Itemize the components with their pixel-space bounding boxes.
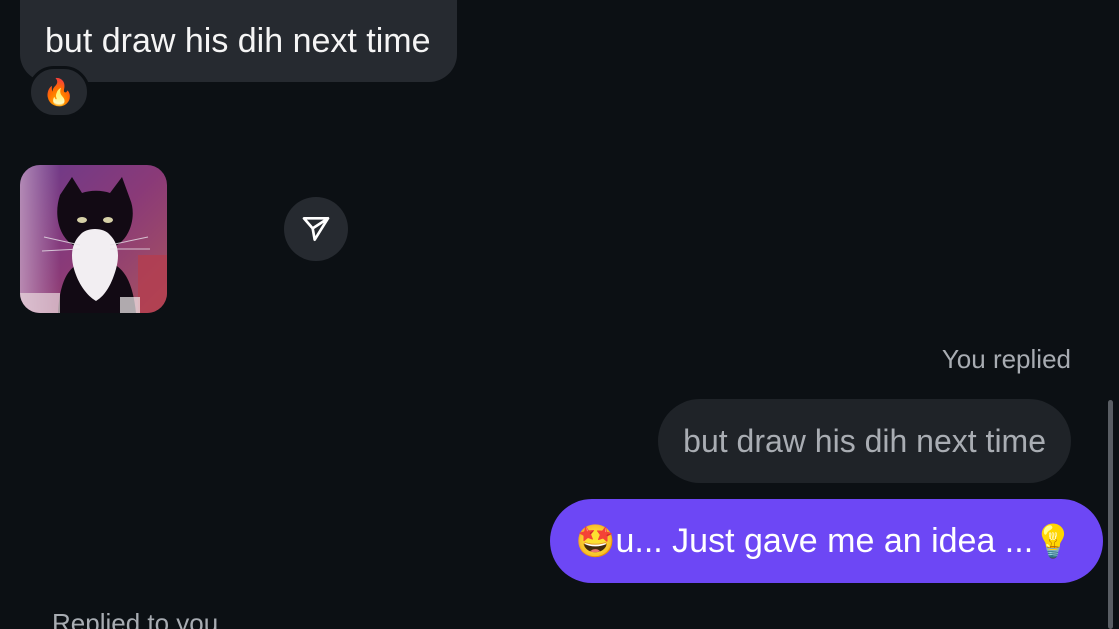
fire-emoji-icon: 🔥 — [42, 76, 76, 107]
send-icon — [302, 217, 330, 241]
outgoing-message-text: u... Just gave me an idea ... — [615, 522, 1034, 560]
quoted-message-bubble[interactable]: but draw his dih next time — [658, 399, 1071, 483]
incoming-message-text: but draw his dih next time — [45, 22, 431, 60]
you-replied-label: You replied — [941, 344, 1071, 374]
cat-photo-icon — [20, 165, 167, 313]
light-bulb-emoji-icon: 💡 — [1033, 523, 1073, 559]
star-struck-emoji-icon: 🤩 — [575, 523, 616, 559]
outgoing-message-bubble[interactable]: 🤩u... Just gave me an idea ...💡 — [549, 499, 1103, 583]
message-thread: but draw his dih next time 🔥 You replied… — [0, 0, 1119, 629]
scrollbar[interactable] — [1108, 400, 1113, 629]
quoted-message-text: but draw his dih next time — [683, 423, 1046, 459]
share-button[interactable] — [284, 197, 348, 261]
replied-to-you-label: Replied to you — [52, 608, 219, 629]
message-reaction[interactable]: 🔥 — [28, 66, 90, 118]
shared-cat-photo[interactable] — [20, 165, 167, 313]
incoming-message-bubble[interactable]: but draw his dih next time — [20, 0, 457, 82]
